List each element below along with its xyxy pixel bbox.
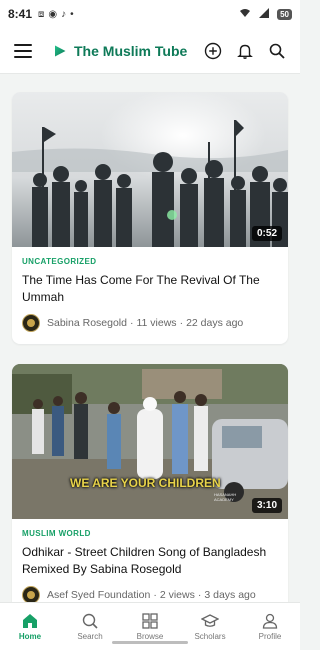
tiktok-icon: ♪	[61, 8, 67, 20]
brand[interactable]: The Muslim Tube	[54, 43, 187, 59]
meta-separator: ·	[197, 589, 202, 601]
snapchat-icon: ◉	[48, 8, 58, 20]
nav-label: Profile	[258, 632, 282, 641]
status-time: 8:41	[8, 7, 33, 21]
add-circle-icon[interactable]	[204, 42, 222, 60]
graduation-cap-icon	[201, 614, 219, 627]
bell-icon[interactable]	[236, 42, 254, 60]
menu-icon[interactable]	[14, 43, 32, 58]
search-icon	[82, 613, 98, 629]
app-bar: The Muslim Tube	[0, 28, 300, 74]
video-thumbnail[interactable]: WE ARE YOUR CHILDREN HASANAHH ACADEMY 3:…	[12, 364, 288, 519]
nav-label: Scholars	[194, 632, 226, 641]
wifi-icon	[239, 8, 251, 21]
video-caption-text: WE ARE YOUR CHILDREN	[70, 476, 221, 490]
duration-badge: 3:10	[251, 498, 282, 513]
crowd-silhouette-image	[12, 92, 288, 247]
channel-avatar[interactable]	[22, 314, 40, 332]
meta-separator: ·	[153, 589, 157, 601]
person-icon	[262, 613, 278, 629]
category-label[interactable]: MUSLIM WORLD	[22, 529, 278, 538]
meta-separator: ·	[179, 317, 184, 329]
app-title: The Muslim Tube	[74, 42, 188, 59]
channel-name[interactable]: Sabina Rosegold	[47, 317, 127, 329]
channel-name[interactable]: Asef Syed Foundation	[47, 589, 150, 601]
video-title[interactable]: Odhikar - Street Children Song of Bangla…	[22, 544, 278, 578]
screenshot-icon: ⧈	[38, 8, 45, 20]
play-logo-icon	[55, 45, 66, 56]
battery-icon: 50	[277, 8, 292, 20]
nav-browse[interactable]: Browse	[120, 612, 180, 641]
nav-home[interactable]: Home	[0, 612, 60, 641]
category-label[interactable]: UNCATEGORIZED	[22, 257, 278, 266]
duration-badge: 0:52	[251, 226, 282, 241]
video-feed: 0:52 UNCATEGORIZED The Time Has Come For…	[12, 92, 288, 636]
dot-icon: •	[70, 8, 74, 20]
video-meta: Sabina Rosegold · 11 views · 22 days ago	[22, 314, 278, 332]
nav-label: Home	[18, 632, 42, 641]
grid-icon	[142, 613, 158, 629]
home-icon	[23, 614, 37, 628]
view-count: 2 views	[159, 589, 195, 601]
video-card[interactable]: 0:52 UNCATEGORIZED The Time Has Come For…	[12, 92, 288, 344]
nav-label: Search	[77, 632, 103, 641]
nav-label: Browse	[136, 632, 164, 641]
upload-age: 3 days ago	[204, 589, 256, 601]
search-icon[interactable]	[268, 42, 286, 60]
gesture-bar[interactable]	[112, 641, 188, 644]
meta-separator: ·	[129, 317, 134, 329]
nav-search[interactable]: Search	[60, 612, 120, 641]
signal-icon	[259, 7, 270, 21]
nav-scholars[interactable]: Scholars	[180, 612, 240, 641]
status-bar: 8:41 ⧈ ◉ ♪ • 50	[0, 0, 300, 28]
video-card[interactable]: WE ARE YOUR CHILDREN HASANAHH ACADEMY 3:…	[12, 364, 288, 616]
upload-age: 22 days ago	[186, 317, 244, 329]
video-title[interactable]: The Time Has Come For The Revival Of The…	[22, 272, 278, 306]
view-count: 11 views	[136, 317, 177, 329]
watermark-logo: HASANAHH ACADEMY	[214, 492, 237, 502]
nav-profile[interactable]: Profile	[240, 612, 300, 641]
video-thumbnail[interactable]: 0:52	[12, 92, 288, 247]
